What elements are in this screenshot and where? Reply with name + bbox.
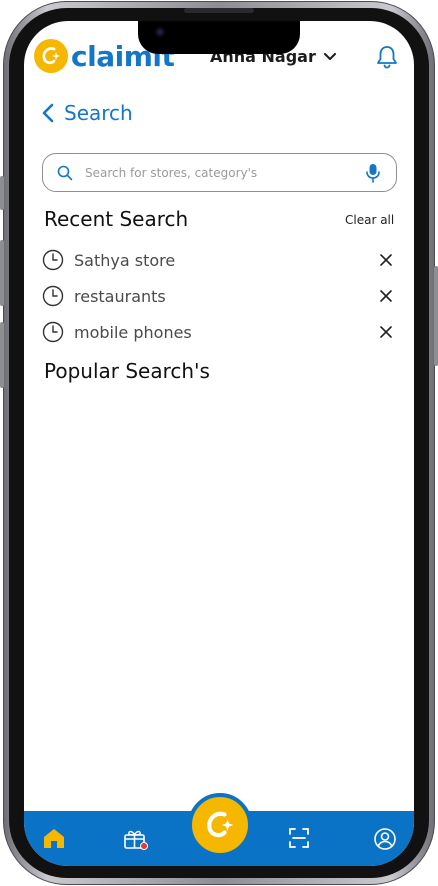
- camera-icon: [155, 27, 165, 37]
- claimit-logo-icon: [34, 39, 68, 73]
- microphone-icon[interactable]: [366, 163, 380, 183]
- back-button[interactable]: Search: [42, 101, 133, 125]
- profile-icon[interactable]: [373, 827, 397, 851]
- search-input[interactable]: [85, 165, 350, 180]
- popular-search-title: Popular Search's: [44, 359, 210, 383]
- scan-icon[interactable]: [288, 827, 310, 849]
- chevron-down-icon: [323, 52, 336, 60]
- clock-icon: [42, 249, 64, 271]
- recent-item[interactable]: Sathya store: [42, 248, 394, 272]
- recent-search-title: Recent Search: [44, 207, 189, 231]
- recent-item[interactable]: restaurants: [42, 284, 394, 308]
- bell-icon[interactable]: [376, 45, 398, 69]
- side-button-left-1: [0, 176, 4, 210]
- recent-item-label: restaurants: [74, 286, 166, 306]
- side-button-left-3: [0, 322, 4, 388]
- side-button-right: [434, 266, 438, 366]
- close-icon[interactable]: [378, 288, 394, 304]
- side-button-left-2: [0, 240, 4, 306]
- clock-icon: [42, 285, 64, 307]
- chevron-left-icon: [42, 103, 54, 123]
- recent-item-label: Sathya store: [74, 250, 176, 270]
- clear-all-button[interactable]: Clear all: [345, 213, 394, 227]
- claimit-logo-icon: [207, 811, 234, 838]
- clock-icon: [42, 321, 64, 343]
- close-icon[interactable]: [378, 324, 394, 340]
- speaker: [184, 8, 254, 13]
- recent-item[interactable]: mobile phones: [42, 320, 394, 344]
- home-icon[interactable]: [42, 827, 66, 849]
- page-title: Search: [64, 101, 133, 125]
- search-icon: [57, 165, 73, 180]
- recent-item-label: mobile phones: [74, 322, 192, 342]
- close-icon[interactable]: [378, 252, 394, 268]
- gift-icon[interactable]: [123, 827, 149, 851]
- screen: claimit Anna Nagar Search Recent Search …: [24, 21, 414, 866]
- claimit-home-button[interactable]: [188, 793, 252, 857]
- notch: [138, 21, 300, 54]
- search-bar[interactable]: [42, 153, 397, 192]
